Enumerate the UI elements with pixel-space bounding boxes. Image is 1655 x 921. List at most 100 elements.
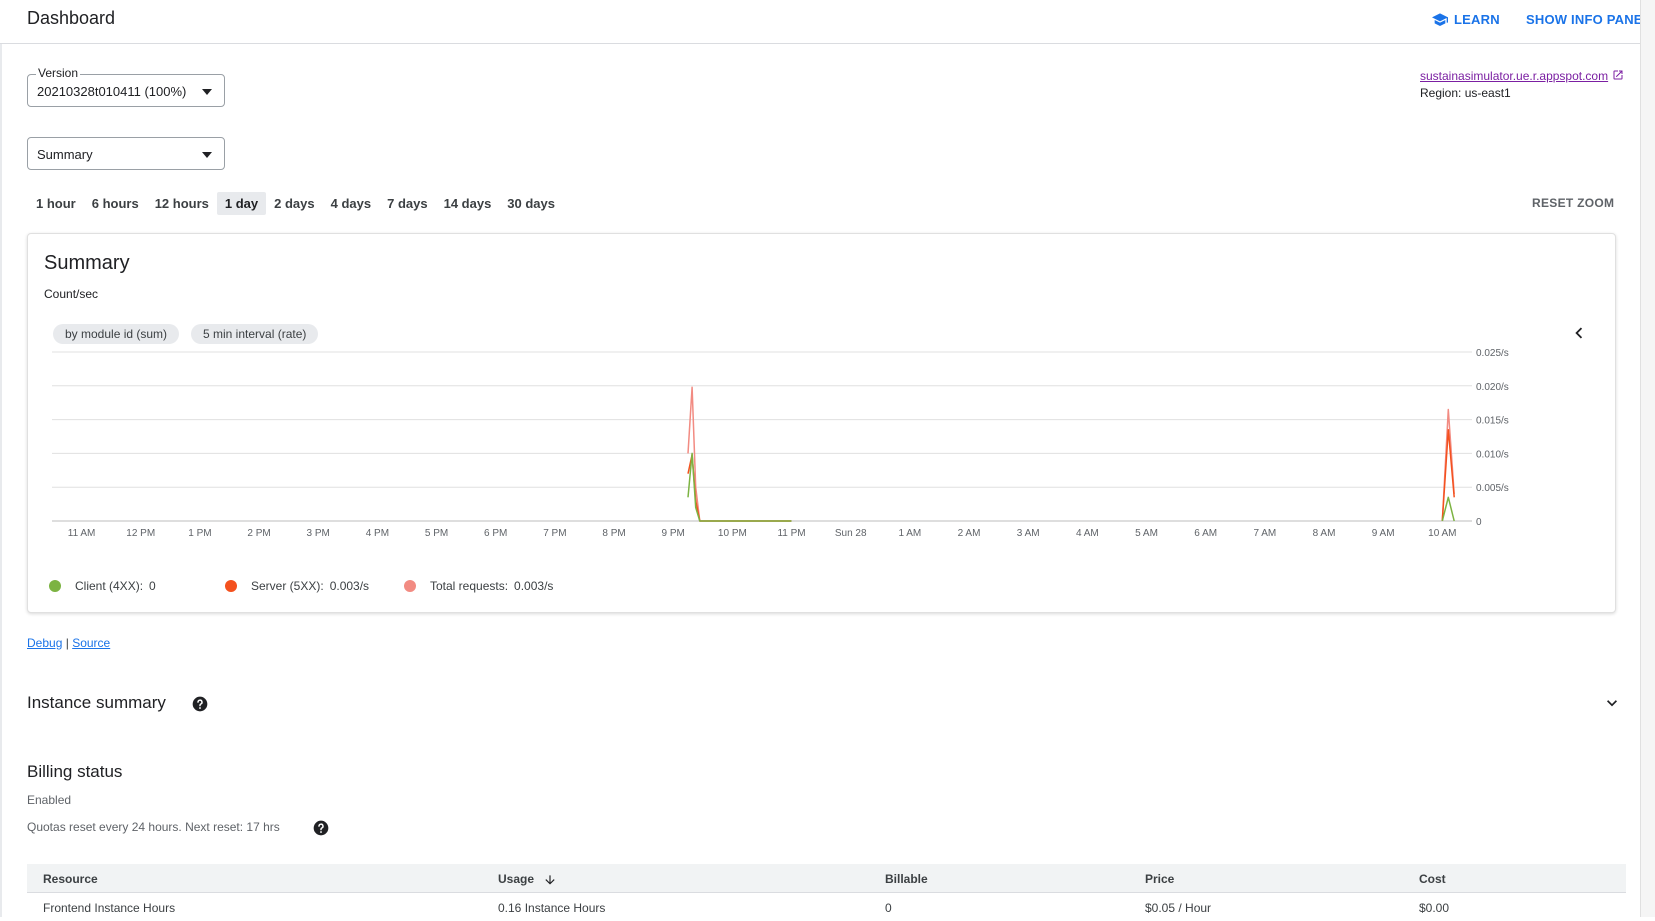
x-tick-label: 6 PM: [484, 528, 507, 539]
x-tick-label: 2 PM: [247, 528, 270, 539]
metric-select[interactable]: Summary: [27, 137, 225, 170]
legend-server-value: 0.003/s: [329, 579, 370, 593]
x-tick-label: 12 PM: [126, 528, 155, 539]
learn-label: LEARN: [1454, 12, 1500, 27]
top-bar: Dashboard LEARN SHOW INFO PANEL: [0, 0, 1655, 44]
x-tick-label: 4 AM: [1076, 528, 1099, 539]
summary-line-chart[interactable]: 0 0.005/s 0.010/s 0.015/s 0.020/s 0.025/s 11 A…: [28, 349, 1617, 549]
time-range-1-day[interactable]: 1 day: [216, 191, 267, 215]
reset-zoom-button[interactable]: RESET ZOOM: [1532, 196, 1614, 210]
legend-total-value: 0.003/s: [514, 579, 554, 593]
left-border: [0, 44, 2, 917]
chart-unit: Count/sec: [44, 287, 99, 301]
learn-button[interactable]: LEARN: [1432, 12, 1500, 27]
x-tick-label: 3 AM: [1017, 528, 1040, 539]
x-tick-label: 6 AM: [1194, 528, 1217, 539]
cell-resource: Frontend Instance Hours: [43, 901, 176, 915]
time-range-1-hour[interactable]: 1 hour: [28, 192, 84, 215]
school-icon: [1432, 12, 1448, 26]
source-link[interactable]: Source: [72, 636, 110, 650]
time-range-4-days[interactable]: 4 days: [323, 192, 379, 215]
legend-server-label: Server (5XX):: [251, 579, 324, 593]
cell-billable: 0: [885, 901, 892, 915]
app-url-link[interactable]: sustainasimulator.ue.r.appspot.com: [1420, 69, 1608, 83]
column-header-price[interactable]: Price: [1145, 872, 1174, 886]
aggregation-chip[interactable]: 5 min interval (rate): [191, 324, 319, 344]
legend-client-value: 0: [149, 579, 156, 593]
x-tick-label: 1 PM: [188, 528, 211, 539]
y-tick-label: 0.015/s: [1476, 416, 1509, 427]
x-tick-label: 5 AM: [1135, 528, 1158, 539]
help-icon[interactable]: [192, 696, 208, 712]
debug-source-links: Debug | Source: [27, 636, 110, 650]
time-range-14-days[interactable]: 14 days: [436, 192, 500, 215]
billing-status-value: Enabled: [27, 793, 72, 807]
time-range-selector: 1 hour 6 hours 12 hours 1 day 2 days 4 days 7 …: [28, 191, 563, 215]
x-tick-label: Sun 28: [835, 528, 867, 539]
x-tick-label: 10 AM: [1428, 528, 1456, 539]
instance-summary-title: Instance summary: [27, 693, 166, 712]
chart-title: Summary: [44, 252, 130, 274]
help-icon[interactable]: [313, 820, 329, 836]
column-header-cost[interactable]: Cost: [1419, 872, 1446, 886]
y-tick-label: 0.005/s: [1476, 483, 1509, 494]
time-range-30-days[interactable]: 30 days: [499, 192, 563, 215]
time-range-6-hours[interactable]: 6 hours: [84, 192, 147, 215]
time-range-2-days[interactable]: 2 days: [266, 192, 322, 215]
series-line-total-requests[interactable]: [687, 386, 792, 522]
group-by-chip[interactable]: by module id (sum): [53, 324, 180, 344]
column-header-billable[interactable]: Billable: [885, 872, 928, 886]
version-select-label: Version: [36, 66, 81, 80]
legend-client-label: Client (4XX):: [75, 579, 144, 593]
open-in-new-icon[interactable]: [1612, 69, 1624, 81]
version-select-value: 20210328t010411 (100%): [37, 84, 187, 99]
x-tick-label: 1 AM: [898, 528, 921, 539]
x-tick-label: 11 AM: [68, 528, 96, 539]
y-tick-label: 0.025/s: [1476, 349, 1509, 359]
table-header: Resource Usage Billable Price Cost: [27, 864, 1626, 893]
legend-server-swatch: [225, 580, 237, 592]
x-tick-label: 8 AM: [1313, 528, 1336, 539]
x-tick-label: 7 AM: [1253, 528, 1276, 539]
y-tick-label: 0.020/s: [1476, 382, 1509, 393]
quota-reset-note: Quotas reset every 24 hours. Next reset:…: [27, 820, 280, 834]
column-header-usage-label: Usage: [498, 872, 535, 886]
time-range-7-days[interactable]: 7 days: [379, 192, 435, 215]
x-tick-label: 8 PM: [602, 528, 625, 539]
cell-price: $0.05 / Hour: [1145, 901, 1212, 915]
legend-total-swatch: [404, 580, 416, 592]
page-title: Dashboard: [27, 8, 116, 28]
version-select[interactable]: Version 20210328t010411 (100%): [27, 66, 225, 107]
x-tick-label: 7 PM: [543, 528, 566, 539]
y-tick-label: 0.010/s: [1476, 449, 1509, 460]
time-range-12-hours[interactable]: 12 hours: [147, 192, 217, 215]
legend-total[interactable]: Total requests: 0.003/s: [404, 579, 553, 593]
x-tick-label: 4 PM: [366, 528, 389, 539]
x-tick-label: 10 PM: [718, 528, 747, 539]
legend-server[interactable]: Server (5XX): 0.003/s: [225, 579, 369, 593]
metric-select-value: Summary: [37, 147, 93, 162]
dropdown-arrow-icon: [202, 152, 212, 158]
chevron-left-icon[interactable]: [1568, 322, 1590, 344]
cell-usage: 0.16 Instance Hours: [498, 901, 606, 915]
legend-client[interactable]: Client (4XX): 0: [49, 579, 156, 593]
column-header-usage[interactable]: Usage: [498, 872, 557, 887]
x-tick-label: 11 PM: [777, 528, 805, 539]
legend-client-swatch: [49, 580, 61, 592]
column-header-resource[interactable]: Resource: [43, 872, 98, 886]
y-tick-label: 0: [1476, 517, 1482, 528]
legend-total-label: Total requests:: [430, 579, 509, 593]
region-text: Region: us-east1: [1420, 86, 1511, 100]
debug-link[interactable]: Debug: [27, 636, 62, 650]
scrollbar[interactable]: [1640, 0, 1655, 917]
x-tick-label: 9 AM: [1372, 528, 1395, 539]
x-tick-label: 3 PM: [307, 528, 330, 539]
cell-cost: $0.00: [1419, 901, 1450, 915]
summary-chart-card: Summary Count/sec by module id (sum) 5 m…: [27, 233, 1616, 613]
x-tick-label: 5 PM: [425, 528, 448, 539]
x-tick-label: 9 PM: [662, 528, 685, 539]
show-info-panel-button[interactable]: SHOW INFO PANEL: [1526, 12, 1651, 27]
series-line-server-5xx[interactable]: [687, 454, 792, 522]
chevron-down-icon[interactable]: [1602, 693, 1622, 713]
link-separator: |: [65, 636, 69, 650]
